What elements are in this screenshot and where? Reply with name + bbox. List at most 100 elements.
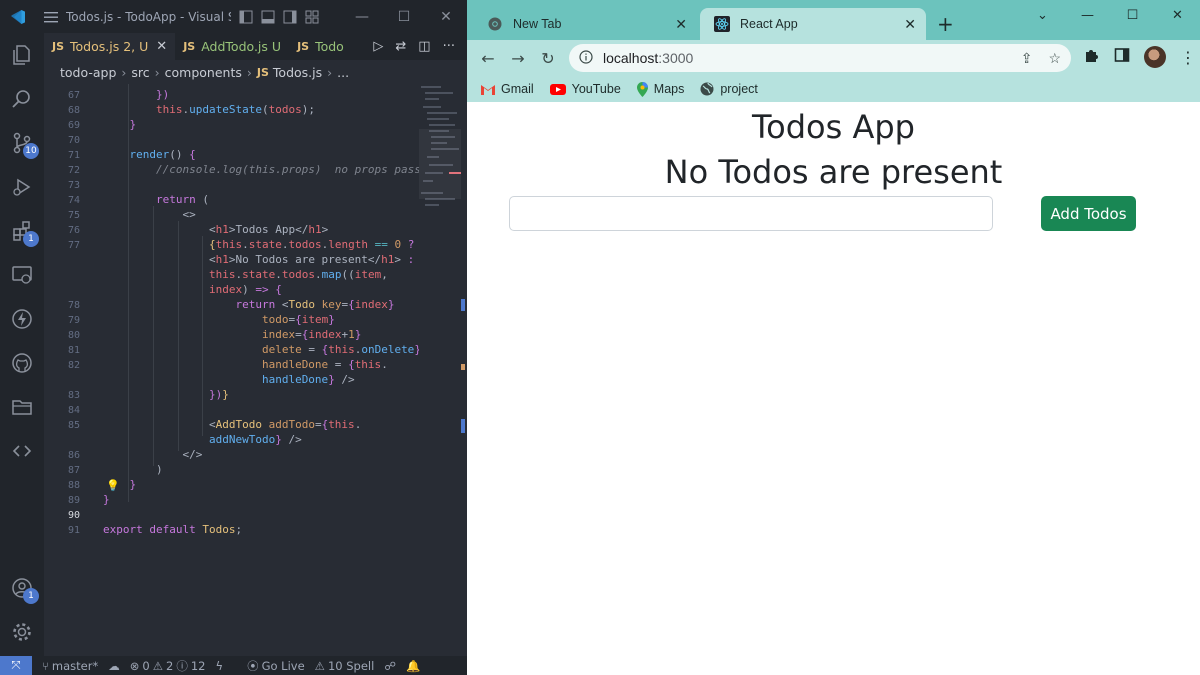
chrome-close-icon[interactable]: ✕ — [1155, 0, 1200, 30]
settings-gear-icon[interactable] — [0, 610, 44, 654]
forward-arrow-icon[interactable]: → — [503, 49, 533, 68]
more-actions-icon[interactable]: ··· — [443, 39, 455, 54]
code-editor[interactable]: 67 }) 68 this.updateState(todos); 69 } 7… — [44, 84, 419, 656]
js-file-icon: JS — [297, 40, 310, 53]
chrome-minimize-icon[interactable]: — — [1065, 0, 1110, 30]
breadcrumb-item[interactable]: src — [131, 65, 149, 80]
tab-todo-js[interactable]: JS Todo — [289, 33, 352, 60]
explorer-icon[interactable] — [0, 33, 44, 77]
code-line: todo={item} — [261, 313, 335, 326]
code-line: {this.state.todos.length == 0 ? — [208, 238, 415, 251]
sync-icon[interactable]: ☁ — [108, 659, 120, 673]
todo-input[interactable] — [509, 196, 993, 231]
profile-avatar[interactable] — [1144, 46, 1166, 68]
bookmark-youtube[interactable]: YouTube — [549, 82, 621, 96]
address-bar[interactable]: localhost:3000 ⇪ ☆ — [569, 44, 1071, 72]
customize-layout-icon[interactable] — [305, 10, 319, 24]
reload-icon[interactable]: ↻ — [533, 49, 563, 68]
toggle-panel-icon[interactable] — [261, 10, 275, 24]
code-line: <> — [103, 208, 196, 221]
feedback-icon[interactable]: ☍ — [384, 659, 396, 673]
bookmarks-bar: Gmail YouTube Maps project — [467, 76, 1200, 102]
extensions-puzzle-icon[interactable] — [1084, 47, 1100, 67]
js-file-icon: JS — [183, 40, 196, 53]
compare-changes-icon[interactable]: ⇄ — [395, 39, 406, 54]
run-debug-icon[interactable] — [0, 165, 44, 209]
line-number: 80 — [67, 330, 80, 341]
bookmark-maps[interactable]: Maps — [636, 81, 684, 97]
line-number: 89 — [67, 495, 80, 506]
remote-indicator-icon[interactable]: ⤧ — [0, 656, 32, 675]
accounts-icon[interactable]: 1 — [0, 566, 44, 610]
bookmark-project[interactable]: project — [700, 82, 758, 96]
code-line: //console.log(this.props) no props passe… — [155, 163, 419, 176]
tab-todos-js[interactable]: JS Todos.js 2, U ✕ — [44, 33, 176, 60]
tab-close-icon[interactable]: ✕ — [156, 39, 167, 54]
tab-close-icon[interactable]: ✕ — [675, 16, 687, 33]
split-editor-icon[interactable]: ◫ — [418, 39, 430, 54]
run-icon[interactable]: ▷ — [373, 39, 383, 54]
tab-search-chevron-icon[interactable]: ⌄ — [1020, 0, 1065, 30]
line-number: 76 — [67, 225, 80, 236]
spell-check-indicator[interactable]: ⚠ 10 Spell — [315, 659, 375, 673]
tab-close-icon[interactable]: ✕ — [904, 16, 916, 33]
git-branch[interactable]: ⑂ master* — [42, 659, 98, 673]
react-logo-icon — [714, 16, 730, 32]
line-number: 71 — [67, 150, 80, 161]
lightbulb-icon[interactable]: 💡 — [106, 479, 120, 492]
search-icon[interactable] — [0, 77, 44, 121]
project-manager-icon[interactable] — [0, 385, 44, 429]
problems-indicator[interactable]: ⊗ 0 ⚠ 2 ⓘ 12 — [130, 658, 206, 674]
tab-addtodo-js[interactable]: JS AddTodo.js U — [175, 33, 289, 60]
breadcrumb-item[interactable]: ... — [337, 65, 349, 80]
breadcrumb-item[interactable]: Todos.js — [273, 65, 322, 80]
vscode-minimize-icon[interactable]: — — [341, 0, 383, 33]
thunder-client-icon[interactable] — [0, 297, 44, 341]
add-todos-button[interactable]: Add Todos — [1041, 196, 1136, 231]
toggle-sidebar-icon[interactable] — [239, 10, 253, 24]
source-control-icon[interactable]: 10 — [0, 121, 44, 165]
bookmark-gmail[interactable]: Gmail — [481, 82, 534, 96]
chrome-menu-icon[interactable]: ⋮ — [1180, 48, 1196, 67]
line-number: 72 — [67, 165, 80, 176]
error-icon: ⊗ — [129, 658, 140, 673]
share-icon[interactable]: ⇪ — [1021, 50, 1033, 67]
code-line: handleDone = {this. — [261, 358, 388, 371]
bookmark-star-icon[interactable]: ☆ — [1048, 50, 1061, 67]
chrome-maximize-icon[interactable]: ☐ — [1110, 0, 1155, 30]
code-line: })} — [208, 388, 229, 401]
lightning-icon[interactable]: ϟ — [215, 659, 223, 673]
extensions-icon[interactable]: 1 — [0, 209, 44, 253]
toggle-secondary-sidebar-icon[interactable] — [283, 10, 297, 24]
editor-tabs: JS Todos.js 2, U ✕ JS AddTodo.js U JS To… — [44, 33, 467, 60]
globe-icon — [700, 82, 714, 96]
gmail-icon — [481, 84, 495, 95]
go-live-button[interactable]: ⦿ Go Live — [247, 658, 305, 674]
code-icon[interactable] — [0, 429, 44, 473]
vscode-maximize-icon[interactable]: ☐ — [383, 0, 425, 33]
breadcrumb: todo-app › src › components › JS Todos.js › … — [60, 64, 350, 80]
line-number: 88 — [67, 480, 80, 491]
remote-explorer-icon[interactable] — [0, 253, 44, 297]
github-icon[interactable] — [0, 341, 44, 385]
code-line: handleDone} /> — [261, 373, 355, 386]
back-arrow-icon[interactable]: ← — [473, 49, 503, 68]
chrome-toolbar: ← → ↻ localhost:3000 ⇪ ☆ ⋮ — [467, 40, 1200, 76]
line-number: 79 — [67, 315, 80, 326]
tab-new-tab[interactable]: New Tab ✕ — [473, 8, 697, 40]
minimap[interactable] — [419, 84, 461, 244]
menu-icon[interactable] — [36, 11, 66, 23]
line-number: 75 — [67, 210, 80, 221]
code-line: return ( — [155, 193, 209, 206]
tab-react-app[interactable]: React App ✕ — [700, 8, 926, 40]
breadcrumb-item[interactable]: components — [165, 65, 242, 80]
url-port: :3000 — [658, 50, 694, 66]
new-tab-plus-icon[interactable]: + — [937, 12, 954, 36]
notifications-bell-icon[interactable]: 🔔 — [406, 659, 420, 673]
site-info-icon[interactable] — [579, 49, 593, 67]
tab-label: Todos.js — [70, 39, 120, 54]
breadcrumb-item[interactable]: todo-app — [60, 65, 116, 80]
code-line: addNewTodo} /> — [208, 433, 302, 446]
vscode-close-icon[interactable]: ✕ — [425, 0, 467, 33]
side-panel-icon[interactable] — [1114, 47, 1130, 67]
